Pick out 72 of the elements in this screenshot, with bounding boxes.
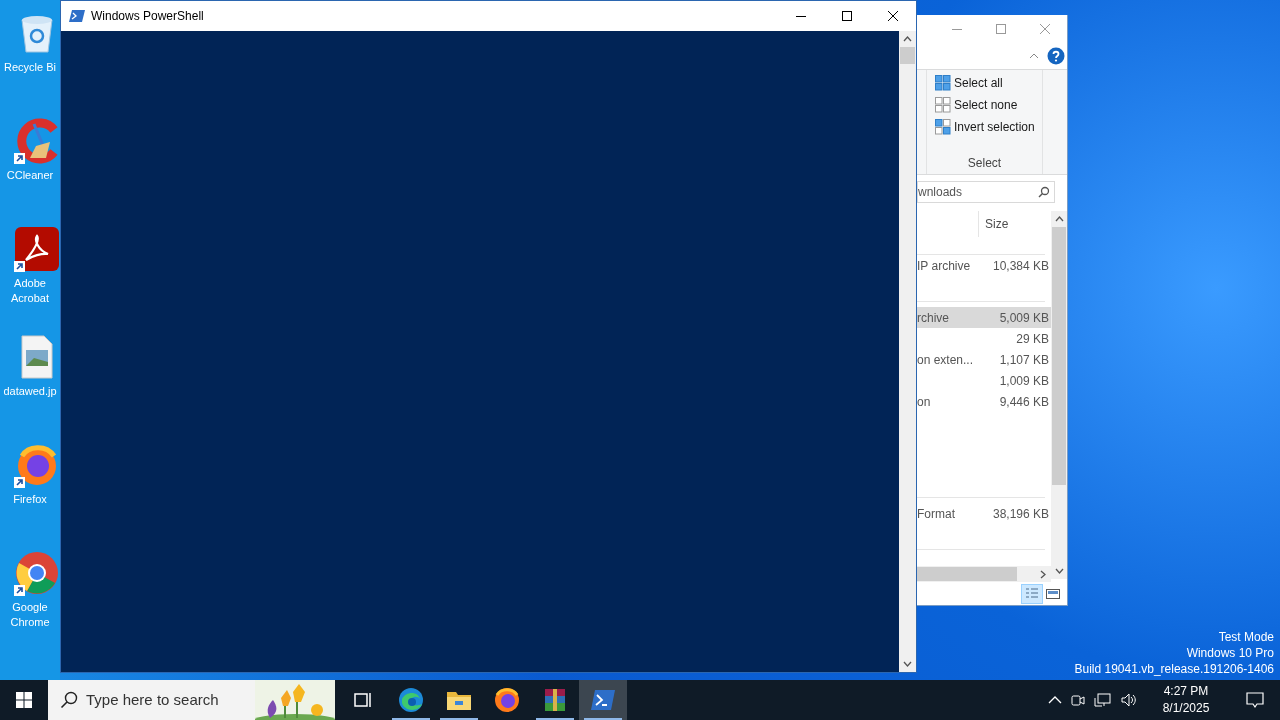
close-icon [888,11,898,21]
desktop-shortcut-label: Adobe Acrobat [10,276,50,306]
scroll-thumb[interactable] [917,567,1017,581]
vertical-scrollbar[interactable] [899,31,916,672]
file-type-cell-text: Format [917,505,955,523]
search-field[interactable]: wnloads [917,181,1055,203]
scroll-thumb[interactable] [900,47,915,64]
windows-logo-icon [16,692,32,708]
system-info-text: Build 19041.vb_release.191206-1406 [1074,661,1274,677]
ccleaner-icon [14,118,60,164]
ribbon-item[interactable]: Select none [927,94,1042,116]
file-type-cell-text: IP archive [917,257,971,275]
file-row[interactable]: 29 KB [917,328,1051,349]
archive-app-icon [542,687,568,713]
file-row[interactable]: on 9,446 KB [917,391,1051,412]
powershell-icon [590,689,616,711]
notification-icon[interactable] [1246,691,1264,709]
file-row[interactable]: IP archive 10,384 KB [917,255,1051,276]
file-type-cell-text: on [917,393,931,411]
selection-grid-icon [935,75,951,91]
collapse-ribbon-icon[interactable] [1029,53,1039,59]
chrome-icon [14,550,60,596]
scroll-thumb[interactable] [1052,227,1066,485]
file-size-cell-text: 1,107 KB [999,351,1049,369]
camera-icon[interactable] [1070,692,1086,708]
desktop-shortcut-label: Recycle Bi [3,60,57,75]
maximize-icon [842,11,852,21]
search-icon [1038,186,1050,198]
file-row[interactable]: Format 38,196 KB [917,503,1051,524]
minimize-icon [952,28,962,30]
file-type-cell-text: on exten... [917,351,974,369]
file-type-cell-text: rchive [917,309,949,327]
file-size-cell-text: 38,196 KB [992,505,1049,523]
desktop-shortcut-label: datawed.jp [2,384,58,399]
desktop-shortcut-label: Google Chrome [9,600,51,630]
selection-grid-icon [935,119,951,135]
system-info-text: Test Mode [1218,629,1274,645]
firefox-icon [494,687,520,713]
file-row[interactable]: on exten... 1,107 KB [917,349,1051,370]
file-size-cell-text: 5,009 KB [999,309,1049,327]
ribbon-item[interactable]: Invert selection [927,116,1042,138]
window-title: Windows PowerShell [91,8,204,25]
horizontal-scrollbar[interactable] [917,566,1051,582]
desktop-shortcut-label: Firefox [12,492,48,507]
file-size-cell-text: 29 KB [1016,330,1049,348]
file-size-cell-text: 1,009 KB [999,372,1049,390]
preview-view-icon[interactable] [1045,587,1061,601]
vertical-scrollbar[interactable] [1051,211,1067,579]
powershell-icon [69,9,85,23]
task-view-icon [353,691,373,709]
selection-grid-icon [935,97,951,113]
system-info-text: Windows 10 Pro [1186,645,1274,661]
maximize-icon [996,24,1006,34]
desktop-shortcut-label: CCleaner [5,168,55,183]
clock[interactable]: 4:27 PM 8/1/2025 [1146,683,1226,717]
volume-icon[interactable] [1120,692,1138,708]
folder-icon [446,689,472,711]
network-icon[interactable] [1094,692,1112,708]
search-field[interactable]: Type here to search [48,680,335,720]
minimize-icon [796,15,806,17]
close-icon [1040,24,1050,34]
chevron-up-icon[interactable] [1048,696,1062,704]
edge-icon [398,687,424,713]
search-icon [60,691,78,709]
file-row[interactable]: 1,009 KB [917,370,1051,391]
help-icon[interactable] [1047,47,1065,65]
file-size-cell-text: 10,384 KB [992,257,1049,275]
ribbon-group-label: Select [966,155,1003,172]
ribbon-item[interactable]: Select all [927,72,1042,94]
file-row[interactable]: rchive 5,009 KB [917,307,1051,328]
column-header[interactable]: Size [979,211,1009,237]
file-size-cell-text: 9,446 KB [999,393,1049,411]
